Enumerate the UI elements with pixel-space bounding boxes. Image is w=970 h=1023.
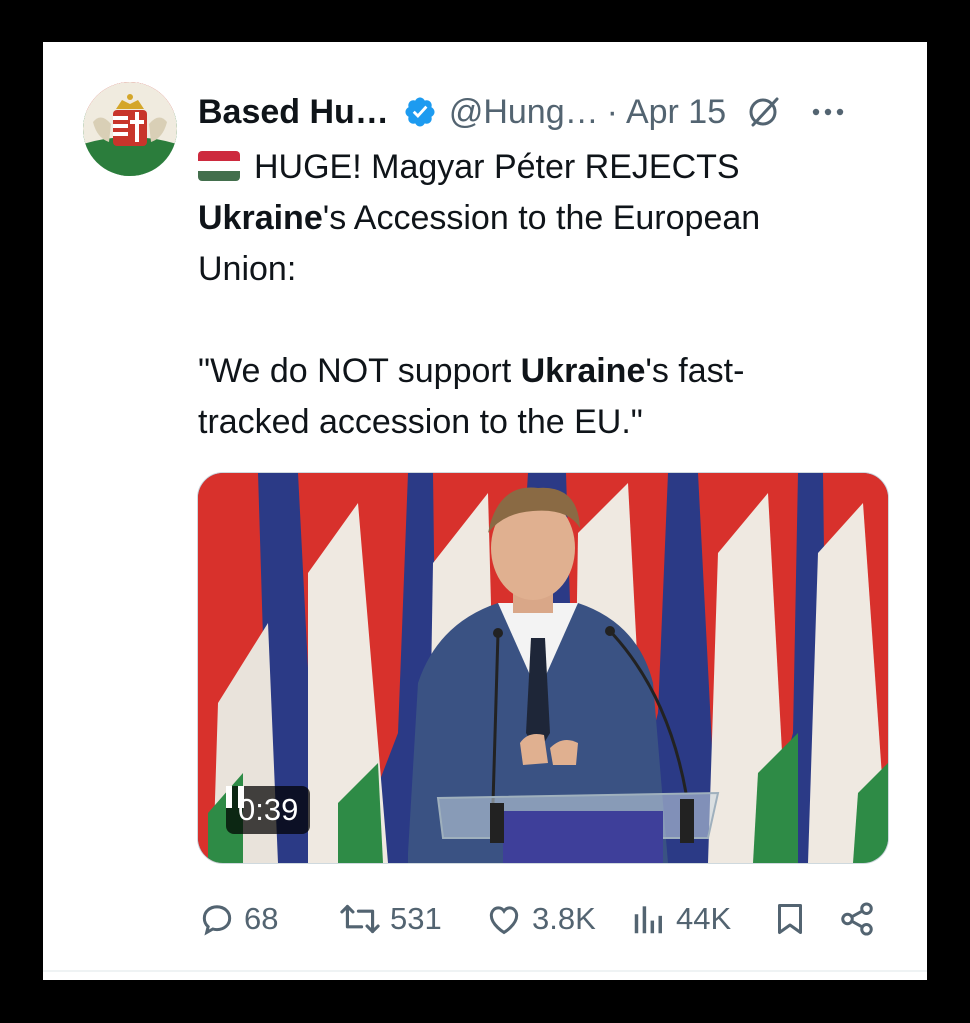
bookmark-button[interactable] xyxy=(772,900,838,938)
reply-button[interactable]: 68 xyxy=(198,900,338,938)
quote-open: "We do NOT support xyxy=(198,352,521,390)
tweet-line-2-rest: 's Accession to the European xyxy=(322,199,761,237)
tweet-date[interactable]: Apr 15 xyxy=(626,93,726,132)
quote-rest: 's fast- xyxy=(645,352,745,390)
video-player[interactable]: 0:39 xyxy=(197,472,889,864)
tweet-line-1: HUGE! Magyar Péter REJECTS xyxy=(198,142,888,193)
like-button[interactable]: 3.8K xyxy=(484,900,630,938)
author-handle[interactable]: @Hung… xyxy=(449,93,599,132)
tweet-quote-line-1: "We do NOT support Ukraine's fast- xyxy=(198,346,888,397)
share-button[interactable] xyxy=(838,900,884,938)
tweet-line-1-text: HUGE! Magyar Péter REJECTS xyxy=(254,148,740,186)
views-button[interactable]: 44K xyxy=(630,900,772,938)
tweet-line-3: Union: xyxy=(198,250,297,288)
repost-count: 531 xyxy=(390,901,442,936)
pause-icon[interactable] xyxy=(226,786,244,808)
card-divider xyxy=(43,970,927,972)
hungary-flag-emoji xyxy=(198,151,240,181)
tweet-text: HUGE! Magyar Péter REJECTS Ukraine's Acc… xyxy=(198,142,888,448)
tweet-card[interactable]: Based Hu… @Hung… · Apr 15 HUGE! Magyar P… xyxy=(43,42,927,980)
author-avatar[interactable] xyxy=(83,82,177,176)
bold-ukraine: Ukraine xyxy=(198,199,323,237)
video-duration-badge[interactable]: 0:39 xyxy=(226,786,311,834)
view-count: 44K xyxy=(676,901,732,936)
repost-icon xyxy=(340,904,380,934)
repost-button[interactable]: 531 xyxy=(338,900,484,938)
tweet-header: Based Hu… @Hung… · Apr 15 xyxy=(198,92,903,132)
tweet-line-2: Ukraine's Accession to the European xyxy=(198,193,888,244)
bookmark-icon xyxy=(778,904,802,934)
more-icon[interactable] xyxy=(810,106,846,118)
header-separator: · xyxy=(606,92,618,131)
grok-icon[interactable] xyxy=(746,94,782,130)
quote-bold-ukraine: Ukraine xyxy=(520,352,646,390)
reply-icon xyxy=(202,905,232,936)
like-icon xyxy=(489,906,519,935)
action-bar: 68 531 3.8K 44K xyxy=(198,897,888,941)
tweet-quote-line-2: tracked accession to the EU." xyxy=(198,403,643,441)
views-icon xyxy=(634,906,662,934)
reply-count: 68 xyxy=(244,901,279,936)
share-icon xyxy=(841,902,873,936)
author-name[interactable]: Based Hu… xyxy=(198,93,389,132)
like-count: 3.8K xyxy=(532,901,596,936)
verified-badge-icon xyxy=(405,97,435,127)
video-duration: 0:39 xyxy=(238,792,299,827)
